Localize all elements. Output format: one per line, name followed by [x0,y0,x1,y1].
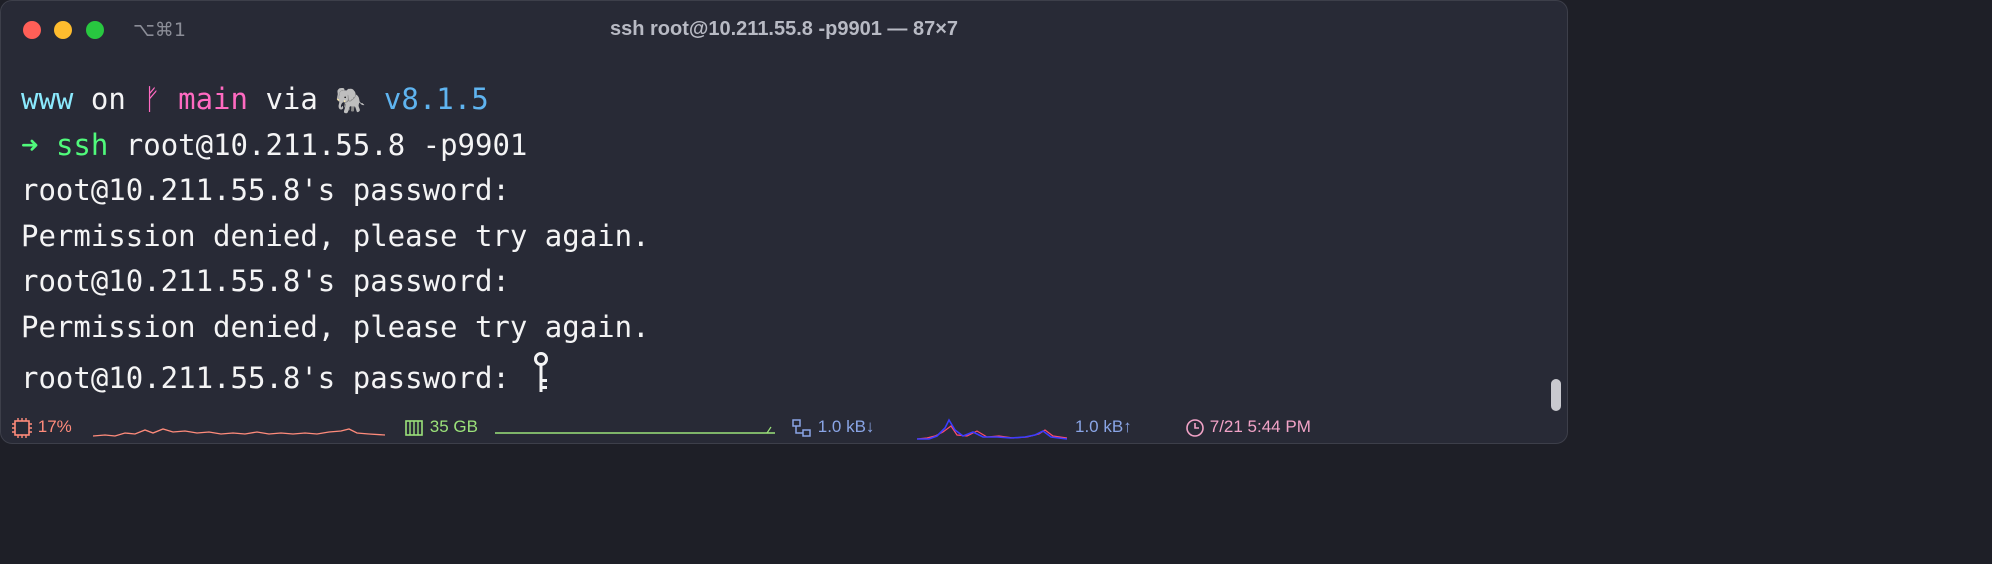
output-line: Permission denied, please try again. [21,309,650,344]
memory-value: 35 GB [429,417,478,436]
output-line: Permission denied, please try again. [21,218,650,253]
clock-status: 7/21 5:44 PM [1185,415,1311,439]
scrollbar[interactable] [1549,65,1561,411]
prompt-line: www on ᚠ main via 🐘 v8.1.5 [21,77,1527,123]
output-line: root@10.211.55.8's password: [21,173,510,208]
output-line: root@10.211.55.8's password: [21,264,510,299]
cpu-icon [12,417,32,438]
cpu-status: 17% [11,415,72,439]
network-down-value: 1.0 kB↓ [817,417,875,436]
prompt-via: via [265,82,318,116]
network-sparkline [917,418,1067,440]
prompt-branch: main [178,82,248,116]
git-branch-icon: ᚠ [143,82,161,116]
php-elephant-icon: 🐘 [335,86,367,115]
prompt-on: on [90,82,126,116]
command-line: ➜ ssh root@10.211.55.8 -p9901 [21,123,1527,169]
clock-value: 7/21 5:44 PM [1209,417,1311,436]
active-password-line[interactable]: root@10.211.55.8's password: [21,351,1527,397]
title-bar[interactable]: ⌥⌘1 ssh root@10.211.55.8 -p9901 — 87×7 [1,1,1567,59]
network-up-value: 1.0 kB↑ [1075,417,1132,436]
scroll-thumb[interactable] [1551,379,1561,411]
cpu-value: 17% [37,417,72,436]
status-bar: 17% 35 GB 1.0 kB↓ 1.0 kB↑ 7/21 5:44 PM [1,411,1567,443]
network-down-status: 1.0 kB↓ [791,415,874,439]
prompt-dir: www [21,82,74,116]
memory-status: 35 GB [403,415,478,439]
memory-icon [405,419,423,436]
terminal-window: ⌥⌘1 ssh root@10.211.55.8 -p9901 — 87×7 w… [0,0,1568,444]
clock-icon [1186,418,1204,437]
window-title: ssh root@10.211.55.8 -p9901 — 87×7 [609,18,959,40]
key-icon [533,351,549,409]
network-icon [792,418,811,437]
command-args: root@10.211.55.8 -p9901 [125,127,528,162]
command-name: ssh [55,127,109,162]
cpu-sparkline [93,428,385,437]
terminal-output[interactable]: www on ᚠ main via 🐘 v8.1.5 ➜ ssh root@10… [21,77,1527,396]
memory-sparkline [495,426,775,434]
php-version: v8.1.5 [383,82,489,116]
password-prompt: root@10.211.55.8's password: [21,360,528,395]
prompt-arrow-icon: ➜ [21,127,39,162]
network-up-status: 1.0 kB↑ [1075,415,1132,439]
